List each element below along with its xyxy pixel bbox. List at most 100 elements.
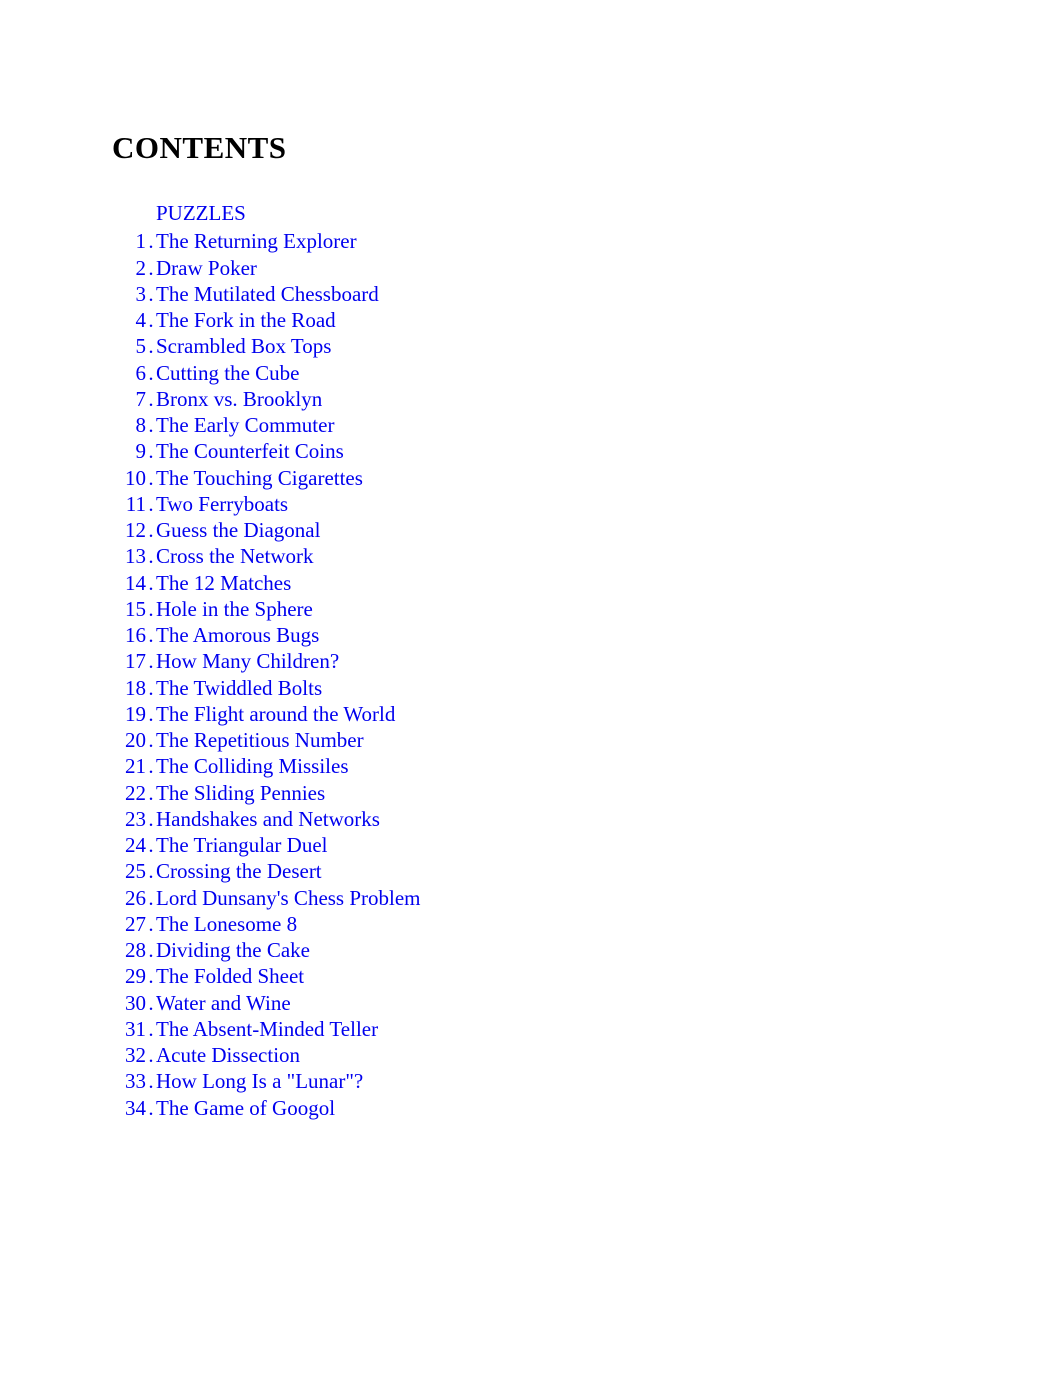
toc-entry-title[interactable]: The 12 Matches xyxy=(156,570,291,596)
toc-entry[interactable]: 13.Cross the Network xyxy=(112,543,1062,569)
toc-entry[interactable]: 2.Draw Poker xyxy=(112,255,1062,281)
toc-entry-number: 8 xyxy=(112,412,146,438)
toc-entry[interactable]: 9.The Counterfeit Coins xyxy=(112,438,1062,464)
toc-entry[interactable]: 8.The Early Commuter xyxy=(112,412,1062,438)
toc-entry-separator: . xyxy=(146,701,156,727)
toc-entry[interactable]: 1.The Returning Explorer xyxy=(112,228,1062,254)
toc-entry-number: 12 xyxy=(112,517,146,543)
toc-entry-title[interactable]: How Long Is a "Lunar"? xyxy=(156,1068,363,1094)
toc-entry-separator: . xyxy=(146,543,156,569)
toc-entry-title[interactable]: The Touching Cigarettes xyxy=(156,465,363,491)
toc-entry[interactable]: 3.The Mutilated Chessboard xyxy=(112,281,1062,307)
toc-entry[interactable]: 12.Guess the Diagonal xyxy=(112,517,1062,543)
toc-entry[interactable]: 14.The 12 Matches xyxy=(112,570,1062,596)
toc-entry[interactable]: 10.The Touching Cigarettes xyxy=(112,465,1062,491)
toc-entry[interactable]: 29.The Folded Sheet xyxy=(112,963,1062,989)
toc-entry-number: 10 xyxy=(112,465,146,491)
toc-entry[interactable]: 20.The Repetitious Number xyxy=(112,727,1062,753)
toc-entry-title[interactable]: The Game of Googol xyxy=(156,1095,335,1121)
toc-entry[interactable]: 24.The Triangular Duel xyxy=(112,832,1062,858)
toc-entry[interactable]: 11.Two Ferryboats xyxy=(112,491,1062,517)
toc-section-puzzles[interactable]: PUZZLES xyxy=(112,200,1062,226)
toc-entry-title[interactable]: Cross the Network xyxy=(156,543,313,569)
toc-entry-separator: . xyxy=(146,832,156,858)
toc-entry-number: 27 xyxy=(112,911,146,937)
toc-entry-title[interactable]: The Triangular Duel xyxy=(156,832,327,858)
toc-entry[interactable]: 23.Handshakes and Networks xyxy=(112,806,1062,832)
toc-entry-title[interactable]: Water and Wine xyxy=(156,990,291,1016)
toc-entry[interactable]: 18.The Twiddled Bolts xyxy=(112,675,1062,701)
toc-entry-title[interactable]: Guess the Diagonal xyxy=(156,517,320,543)
toc-entry-separator: . xyxy=(146,911,156,937)
toc-entry-separator: . xyxy=(146,858,156,884)
toc-entry-number: 34 xyxy=(112,1095,146,1121)
toc-entry-title[interactable]: Acute Dissection xyxy=(156,1042,300,1068)
toc-entry[interactable]: 28.Dividing the Cake xyxy=(112,937,1062,963)
toc-entry-title[interactable]: Two Ferryboats xyxy=(156,491,288,517)
toc-entry[interactable]: 33.How Long Is a "Lunar"? xyxy=(112,1068,1062,1094)
toc-entry[interactable]: 21.The Colliding Missiles xyxy=(112,753,1062,779)
toc-entry[interactable]: 4.The Fork in the Road xyxy=(112,307,1062,333)
toc-entry-number: 2 xyxy=(112,255,146,281)
toc-entry-title[interactable]: Handshakes and Networks xyxy=(156,806,380,832)
toc-entry-title[interactable]: Draw Poker xyxy=(156,255,257,281)
toc-entry-title[interactable]: Hole in the Sphere xyxy=(156,596,313,622)
toc-entry-separator: . xyxy=(146,780,156,806)
toc-entry-title[interactable]: Scrambled Box Tops xyxy=(156,333,331,359)
toc-entry-number: 23 xyxy=(112,806,146,832)
toc-entry[interactable]: 7.Bronx vs. Brooklyn xyxy=(112,386,1062,412)
toc-entry-title[interactable]: How Many Children? xyxy=(156,648,339,674)
toc-entry[interactable]: 30.Water and Wine xyxy=(112,990,1062,1016)
toc-entry-title[interactable]: The Mutilated Chessboard xyxy=(156,281,379,307)
toc-entry-title[interactable]: Cutting the Cube xyxy=(156,360,300,386)
toc-entry-title[interactable]: The Twiddled Bolts xyxy=(156,675,322,701)
toc-entry[interactable]: 27.The Lonesome 8 xyxy=(112,911,1062,937)
toc-entry-separator: . xyxy=(146,753,156,779)
toc-entry-title[interactable]: The Sliding Pennies xyxy=(156,780,325,806)
toc-entry[interactable]: 31.The Absent-Minded Teller xyxy=(112,1016,1062,1042)
toc-entry[interactable]: 5.Scrambled Box Tops xyxy=(112,333,1062,359)
toc-entry-separator: . xyxy=(146,412,156,438)
toc-entry-title[interactable]: The Lonesome 8 xyxy=(156,911,297,937)
toc-entry-separator: . xyxy=(146,675,156,701)
toc-entry-title[interactable]: The Colliding Missiles xyxy=(156,753,349,779)
toc-entry-title[interactable]: The Repetitious Number xyxy=(156,727,364,753)
toc-entry-title[interactable]: The Absent-Minded Teller xyxy=(156,1016,378,1042)
toc-entry[interactable]: 22.The Sliding Pennies xyxy=(112,780,1062,806)
toc-entry-separator: . xyxy=(146,491,156,517)
toc-entry-number: 6 xyxy=(112,360,146,386)
toc-entry[interactable]: 26.Lord Dunsany's Chess Problem xyxy=(112,885,1062,911)
toc-entry[interactable]: 19.The Flight around the World xyxy=(112,701,1062,727)
toc-entry-number: 20 xyxy=(112,727,146,753)
toc-entry-number: 21 xyxy=(112,753,146,779)
toc-entry[interactable]: 16.The Amorous Bugs xyxy=(112,622,1062,648)
toc-entry[interactable]: 25.Crossing the Desert xyxy=(112,858,1062,884)
page-content: CONTENTS PUZZLES 1.The Returning Explore… xyxy=(0,0,1062,1121)
toc-entry-separator: . xyxy=(146,438,156,464)
toc-entry-number: 13 xyxy=(112,543,146,569)
toc-entry-separator: . xyxy=(146,517,156,543)
toc-entry[interactable]: 34.The Game of Googol xyxy=(112,1095,1062,1121)
toc-entry[interactable]: 32.Acute Dissection xyxy=(112,1042,1062,1068)
toc-entry-title[interactable]: The Counterfeit Coins xyxy=(156,438,344,464)
toc-entry-separator: . xyxy=(146,570,156,596)
toc-entry-title[interactable]: The Fork in the Road xyxy=(156,307,336,333)
toc-entry-title[interactable]: Dividing the Cake xyxy=(156,937,310,963)
toc-entry-title[interactable]: The Flight around the World xyxy=(156,701,395,727)
toc-entry-title[interactable]: The Returning Explorer xyxy=(156,228,357,254)
toc-entry-number: 32 xyxy=(112,1042,146,1068)
toc-entry-title[interactable]: The Amorous Bugs xyxy=(156,622,319,648)
toc-entry-title[interactable]: The Folded Sheet xyxy=(156,963,304,989)
toc-entry-title[interactable]: Lord Dunsany's Chess Problem xyxy=(156,885,421,911)
toc-entry[interactable]: 6.Cutting the Cube xyxy=(112,360,1062,386)
toc-entry-separator: . xyxy=(146,648,156,674)
toc-entry-title[interactable]: The Early Commuter xyxy=(156,412,334,438)
toc-entry-separator: . xyxy=(146,360,156,386)
toc-entry[interactable]: 15.Hole in the Sphere xyxy=(112,596,1062,622)
toc-entry[interactable]: 17.How Many Children? xyxy=(112,648,1062,674)
toc-entry-number: 15 xyxy=(112,596,146,622)
toc-entry-title[interactable]: Crossing the Desert xyxy=(156,858,322,884)
toc-entry-number: 4 xyxy=(112,307,146,333)
toc-entry-number: 25 xyxy=(112,858,146,884)
toc-entry-title[interactable]: Bronx vs. Brooklyn xyxy=(156,386,322,412)
